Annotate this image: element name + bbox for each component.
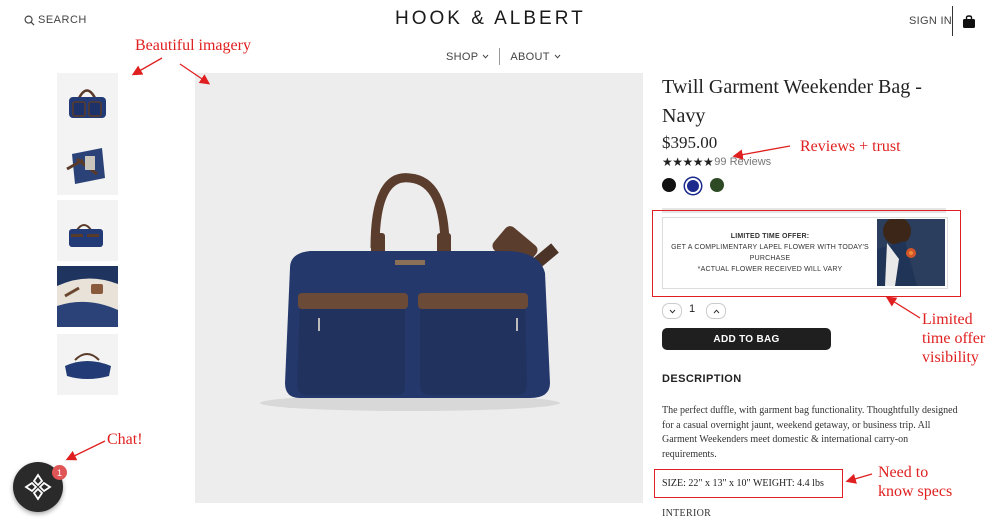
arrow-to-main-image: [179, 63, 211, 85]
annotation-arrows: [65, 57, 921, 484]
arrow-to-thumbnails: [131, 57, 163, 76]
chat-logo-icon: [24, 473, 52, 501]
arrow-to-reviews: [732, 145, 791, 160]
arrow-to-specs: [845, 473, 873, 484]
arrow-to-chat: [65, 440, 106, 461]
chat-notification-badge: 1: [52, 465, 67, 480]
arrow-to-offer: [885, 296, 921, 319]
